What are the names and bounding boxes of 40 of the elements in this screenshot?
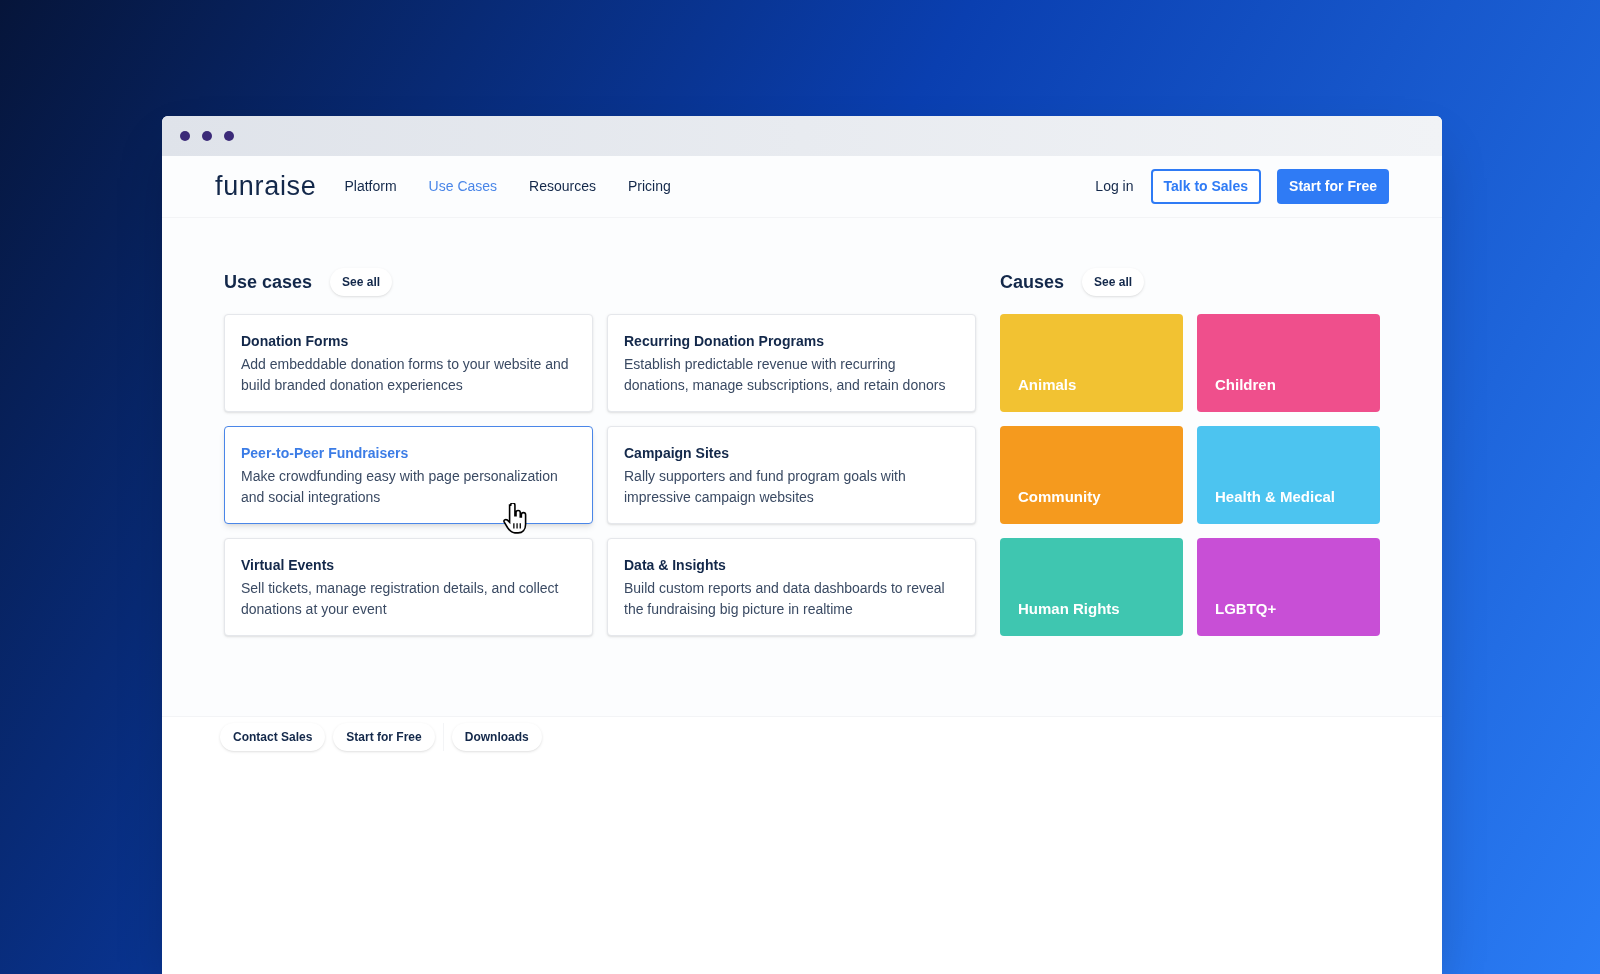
card-title: Virtual Events — [241, 556, 336, 575]
card-description: Sell tickets, manage registration details, and collect donations at your event — [241, 579, 560, 619]
tile-label: LGBTQ+ — [1215, 598, 1277, 619]
tile-label: Animals — [1018, 374, 1077, 395]
use-case-card[interactable]: Recurring Donation Programs Establish predictable revenue with recurring donations, manage subscriptions, and retain donors — [607, 314, 976, 412]
section-heading: Causes — [1000, 270, 1065, 294]
nav-link[interactable]: Resources — [529, 176, 596, 197]
tile-label: Health & Medical — [1215, 486, 1336, 507]
card-description: Make crowdfunding easy with page personalization and social integrations — [241, 467, 559, 507]
login-link[interactable]: Log in — [1095, 176, 1134, 197]
nav-link[interactable]: Pricing — [628, 176, 671, 197]
use-case-card[interactable]: Virtual Events Sell tickets, manage registration details, and collect donations at your event — [224, 538, 593, 636]
card-description: Establish predictable revenue with recurring donations, manage subscriptions, and retain donors — [624, 355, 947, 395]
cause-tile[interactable]: LGBTQ+ — [1197, 538, 1380, 636]
card-title: Donation Forms — [241, 332, 350, 351]
see-all-button[interactable]: See all — [1082, 268, 1145, 296]
use-case-card[interactable]: Campaign Sites Rally supporters and fund program goals with impressive campaign websites — [607, 426, 976, 524]
card-title: Peer-to-Peer Fundraisers — [241, 444, 410, 463]
footer-link[interactable]: Contact Sales — [220, 722, 326, 751]
card-title: Data & Insights — [624, 556, 727, 575]
use-case-card[interactable]: Data & Insights Build custom reports and data dashboards to reveal the fundraising big picture in realtime — [607, 538, 976, 636]
tile-label: Human Rights — [1018, 598, 1120, 619]
card-title: Campaign Sites — [624, 444, 731, 463]
card-description: Rally supporters and fund program goals with impressive campaign websites — [624, 467, 907, 507]
downloads-button[interactable]: Downloads — [451, 722, 542, 751]
use-case-card[interactable]: Donation Forms Add embeddable donation forms to your website and build branded donation experiences — [224, 314, 593, 412]
logo[interactable]: funraise — [215, 166, 317, 207]
card-title: Recurring Donation Programs — [624, 332, 825, 351]
hand-cursor-icon — [503, 503, 529, 535]
nav-link[interactable]: Platform — [344, 176, 397, 197]
card-description: Build custom reports and data dashboards to reveal the fundraising big picture in realtime — [624, 579, 946, 619]
nav-link[interactable]: Use Cases — [428, 176, 498, 197]
tile-label: Community — [1018, 486, 1101, 507]
footer-link[interactable]: Start for Free — [333, 722, 435, 751]
talk-to-sales-button[interactable]: Talk to Sales — [1150, 169, 1262, 204]
see-all-button[interactable]: See all — [330, 268, 393, 296]
section-heading: Use cases — [224, 270, 313, 294]
tile-label: Children — [1215, 374, 1276, 395]
start-for-free-button[interactable]: Start for Free — [1277, 169, 1389, 204]
card-description: Add embeddable donation forms to your website and build branded donation experiences — [241, 355, 570, 395]
